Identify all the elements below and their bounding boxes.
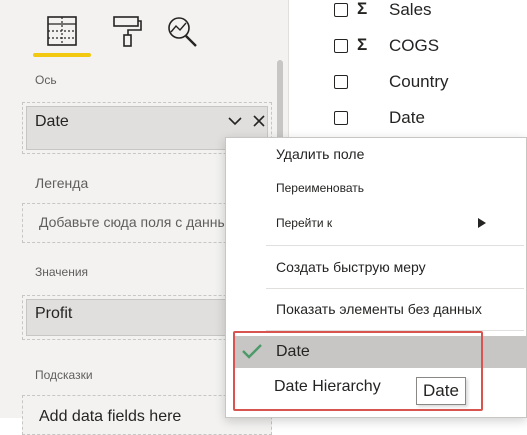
chevron-down-icon[interactable]	[227, 113, 243, 129]
menu-item-quick-measure[interactable]: Создать быструю меру	[226, 252, 526, 282]
values-label: Значения	[35, 265, 89, 279]
field-row-date[interactable]: Date	[289, 104, 527, 134]
menu-item-label: Перейти к	[276, 216, 333, 230]
field-row-country[interactable]: Country	[289, 68, 527, 98]
menu-item-show-no-data[interactable]: Показать элементы без данных	[226, 295, 526, 325]
fields-grid-icon[interactable]	[46, 14, 78, 48]
menu-item-navigate[interactable]: Перейти к	[226, 209, 526, 239]
menu-item-remove-field[interactable]: Удалить поле	[226, 138, 526, 170]
legend-label: Легенда	[35, 175, 89, 191]
submenu-arrow-icon	[478, 215, 486, 228]
values-field-name: Profit	[35, 305, 73, 322]
field-checkbox[interactable]	[334, 111, 348, 125]
menu-item-label: Удалить поле	[276, 146, 365, 162]
menu-item-label: Переименовать	[276, 181, 364, 195]
analytics-magnifier-icon[interactable]	[166, 14, 198, 48]
field-checkbox[interactable]	[334, 39, 348, 53]
field-row-cogs[interactable]: Σ COGS	[289, 32, 527, 62]
menu-separator	[266, 288, 524, 289]
field-name: COGS	[389, 36, 440, 55]
close-icon[interactable]	[251, 113, 267, 129]
menu-item-label: Создать быструю меру	[276, 259, 426, 275]
menu-separator	[266, 245, 524, 246]
menu-item-rename[interactable]: Переименовать	[226, 174, 526, 204]
sigma-icon: Σ	[357, 35, 368, 54]
field-name: Country	[389, 72, 449, 91]
field-name: Sales	[389, 0, 432, 19]
sigma-icon: Σ	[357, 0, 368, 18]
hover-tooltip: Date	[416, 377, 466, 405]
axis-field-name: Date	[35, 113, 69, 130]
pane-tabs	[0, 0, 288, 60]
field-name: Date	[389, 108, 425, 127]
tooltips-label: Подсказки	[35, 368, 93, 382]
tooltips-drop-hint: Add data fields here	[39, 408, 182, 425]
field-context-menu: Удалить поле Переименовать Перейти к Соз…	[225, 137, 527, 418]
format-paint-roller-icon[interactable]	[111, 14, 143, 48]
field-checkbox[interactable]	[334, 75, 348, 89]
axis-label: Ось	[35, 73, 57, 87]
menu-item-label: Показать элементы без данных	[276, 301, 482, 317]
legend-drop-hint: Добавьте сюда поля с данными	[39, 214, 246, 230]
field-row-sales[interactable]: Σ Sales	[289, 0, 527, 26]
field-checkbox[interactable]	[334, 3, 348, 17]
active-tab-indicator	[33, 53, 91, 57]
